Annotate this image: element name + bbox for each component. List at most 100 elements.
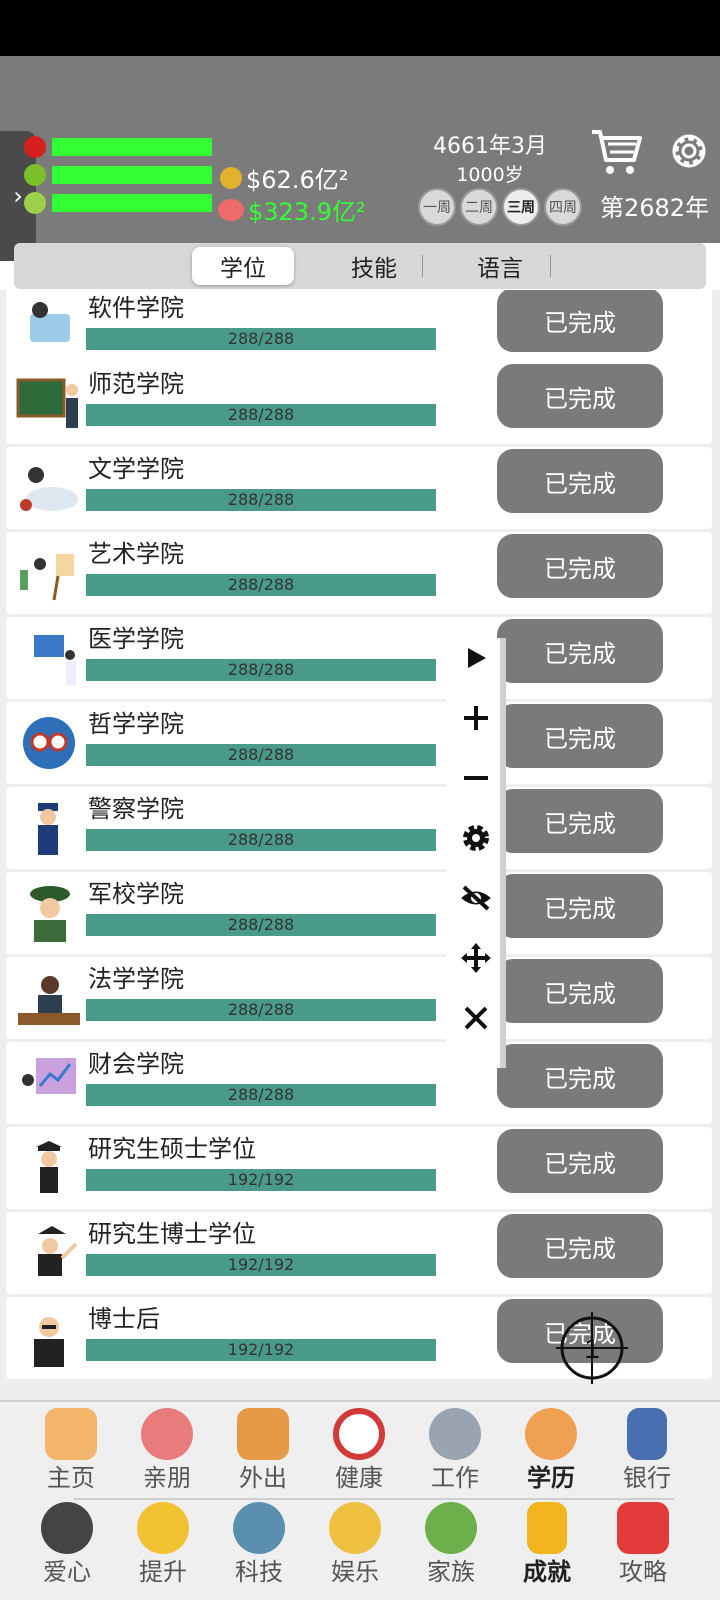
nav-technology[interactable]: 科技	[214, 1502, 304, 1587]
progress-bar: 288/288	[86, 1084, 436, 1106]
nav-divider	[74, 1498, 674, 1500]
progress-bar: 288/288	[86, 574, 436, 596]
move-button[interactable]	[456, 938, 496, 978]
savings-value: $323.9亿²	[248, 198, 366, 226]
savings-display: $323.9亿²	[218, 192, 366, 227]
completed-button[interactable]: 已完成	[497, 534, 663, 598]
art-college-icon	[20, 554, 74, 601]
status-bar	[0, 0, 720, 56]
literature-college-icon	[20, 467, 78, 511]
list-item: 医学学院 288/288 已完成	[6, 617, 712, 699]
cart-icon[interactable]	[590, 126, 642, 178]
teacher-college-icon	[16, 378, 78, 428]
completed-button[interactable]: 已完成	[497, 449, 663, 513]
completed-button[interactable]: 已完成	[497, 704, 663, 768]
week-1-button[interactable]: 一周	[418, 188, 456, 226]
panel-edge	[500, 638, 506, 1068]
nav-entertainment[interactable]: 娱乐	[310, 1502, 400, 1587]
play-button[interactable]	[456, 638, 496, 678]
tab-skills[interactable]: 技能	[334, 247, 414, 285]
progress-bar: 192/192	[86, 1169, 436, 1191]
philosophy-college-icon	[23, 717, 75, 769]
tab-bar: 学位 技能 语言	[14, 243, 706, 289]
completed-button[interactable]: 已完成	[497, 1214, 663, 1278]
nav-work[interactable]: 工作	[410, 1408, 500, 1493]
bank-icon	[627, 1408, 667, 1460]
tips-icon	[617, 1502, 669, 1554]
completed-button[interactable]: 已完成	[497, 619, 663, 683]
student-reading-icon	[525, 1408, 577, 1460]
hide-button[interactable]	[456, 878, 496, 918]
row-title: 军校学院	[88, 880, 184, 908]
zoom-out-button[interactable]	[456, 758, 496, 798]
crosshair-icon[interactable]: 1	[556, 1312, 628, 1384]
nav-home[interactable]: 主页	[26, 1408, 116, 1493]
nav-guide[interactable]: 攻略	[598, 1502, 688, 1587]
completed-button[interactable]: 已完成	[497, 874, 663, 938]
progress-bar: 288/288	[86, 489, 436, 511]
nav-friends[interactable]: 亲朋	[122, 1408, 212, 1493]
year-display: 第2682年	[600, 194, 710, 222]
completed-button[interactable]: 已完成	[497, 1129, 663, 1193]
mood-bar	[52, 166, 212, 184]
dog-icon	[41, 1502, 93, 1554]
move-icon	[461, 943, 491, 973]
money-value: $62.6亿²	[246, 166, 349, 194]
week-4-button[interactable]: 四周	[544, 188, 582, 226]
eye-slash-icon	[461, 885, 491, 911]
completed-button[interactable]: 已完成	[497, 364, 663, 428]
tab-degree[interactable]: 学位	[192, 247, 294, 285]
money-display: $62.6亿²	[220, 160, 348, 195]
nav-education[interactable]: 学历	[506, 1408, 596, 1493]
completed-button[interactable]: 已完成	[497, 290, 663, 352]
heart-icon	[24, 136, 46, 158]
nav-outing[interactable]: 外出	[218, 1408, 308, 1493]
military-college-icon	[30, 886, 70, 942]
tab-languages[interactable]: 语言	[460, 247, 540, 285]
medical-cross-icon	[333, 1408, 385, 1460]
mood-bar-row	[24, 164, 212, 186]
completed-button[interactable]: 已完成	[497, 789, 663, 853]
tab-divider	[422, 255, 423, 277]
gear-icon[interactable]	[666, 128, 712, 174]
progress-bar: 288/288	[86, 829, 436, 851]
row-title: 师范学院	[88, 370, 184, 398]
age-display: 1000岁	[456, 164, 524, 186]
progress-bar: 288/288	[86, 659, 436, 681]
accounting-college-icon	[22, 1058, 76, 1094]
postdoc-icon	[34, 1317, 64, 1367]
bottom-navigation: 主页 亲朋 外出 健康 工作 学历 银行 爱心 提升 科技 娱乐 家族 成就 攻…	[0, 1400, 720, 1600]
list-item: 艺术学院 288/288 已完成	[6, 532, 712, 614]
list-item: 文学学院 288/288 已完成	[6, 447, 712, 529]
tent-icon	[237, 1408, 289, 1460]
nav-achievements[interactable]: 成就	[502, 1502, 592, 1587]
zoom-in-button[interactable]	[456, 698, 496, 738]
nav-family[interactable]: 家族	[406, 1502, 496, 1587]
nav-bank[interactable]: 银行	[602, 1408, 692, 1493]
nav-health[interactable]: 健康	[314, 1408, 404, 1493]
tab-divider	[550, 255, 551, 277]
crosshair-label: 1	[584, 1333, 600, 1364]
row-title: 医学学院	[88, 625, 184, 653]
row-title: 财会学院	[88, 1050, 184, 1078]
nav-improve[interactable]: 提升	[118, 1502, 208, 1587]
gift-icon	[329, 1502, 381, 1554]
medical-college-icon	[34, 635, 76, 685]
list-item: 警察学院 288/288 已完成	[6, 787, 712, 869]
progress-bar: 288/288	[86, 404, 436, 426]
week-2-button[interactable]: 二周	[460, 188, 498, 226]
degree-list[interactable]: 软件学院 288/288 已完成 师范学院 288/288 已完成 文学学院 2…	[0, 290, 720, 1400]
row-title: 哲学学院	[88, 710, 184, 738]
week-3-button[interactable]: 三周	[502, 188, 540, 226]
completed-button[interactable]: 已完成	[497, 959, 663, 1023]
row-title: 文学学院	[88, 455, 184, 483]
family-tree-icon	[425, 1502, 477, 1554]
nav-charity[interactable]: 爱心	[22, 1502, 112, 1587]
row-title: 研究生硕士学位	[88, 1135, 256, 1163]
list-item: 法学学院 288/288 已完成	[6, 957, 712, 1039]
masters-degree-icon	[36, 1141, 62, 1193]
completed-button[interactable]: 已完成	[497, 1044, 663, 1108]
settings-button[interactable]	[456, 818, 496, 858]
close-button[interactable]	[456, 998, 496, 1038]
progress-bar: 192/192	[86, 1254, 436, 1276]
